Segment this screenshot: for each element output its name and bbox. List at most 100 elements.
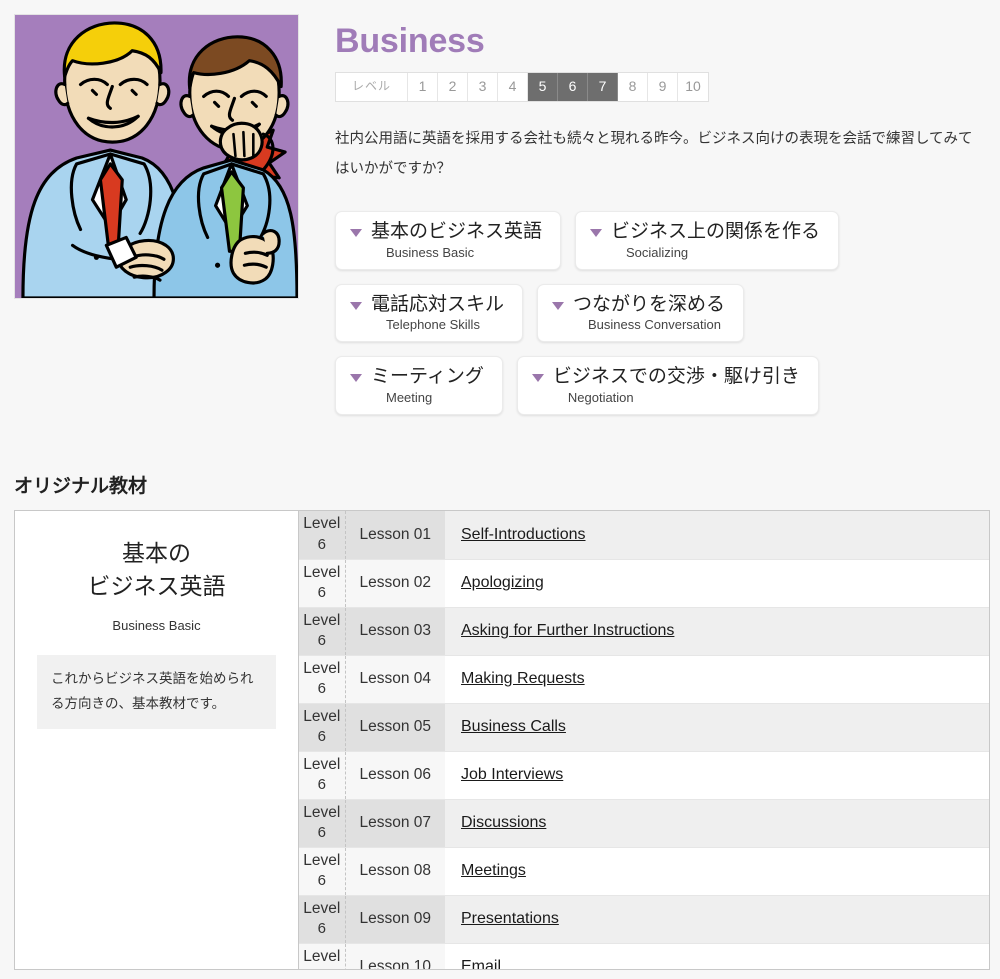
lesson-table-body: Level 6 Lesson 01 Self-Introductions Lev… [299,511,989,970]
category-main-line: ビジネスでの交渉・駆け引き [531,365,800,389]
lesson-level-value: 6 [299,967,345,969]
lesson-title-cell[interactable]: Business Calls [445,703,989,752]
lesson-number: Lesson 10 [345,943,445,970]
level-tab-6[interactable]: 6 [558,73,588,101]
table-row[interactable]: Level 6 Lesson 10 Email [299,943,989,970]
lesson-title-cell[interactable]: Self-Introductions [445,511,989,560]
level-tab-2[interactable]: 2 [438,73,468,101]
category-label-en: Telephone Skills [386,317,480,333]
lesson-level-value: 6 [317,632,326,650]
category-button-negotiation[interactable]: ビジネスでの交渉・駆け引き Negotiation [516,356,819,416]
course-hero-illustration [14,14,299,299]
lesson-level-label: Level [303,803,341,821]
lesson-title-link[interactable]: Asking for Further Instructions [461,622,674,639]
category-main-line: 基本のビジネス英語 [350,220,542,244]
materials-panel: 基本の ビジネス英語 Business Basic これからビジネス英語を始めら… [14,510,990,971]
table-row[interactable]: Level 6 Lesson 07 Discussions [299,799,989,848]
category-label-ja: ミーティング [371,366,484,388]
lesson-level-value: 6 [317,872,326,890]
lesson-level-label: Level [303,899,341,917]
lesson-title-link[interactable]: Self-Introductions [461,526,586,543]
category-row-2: 電話応対スキル Telephone Skills つながりを深める Busine… [335,283,1000,343]
lesson-title-link[interactable]: Business Calls [461,718,566,735]
lesson-title-link[interactable]: Apologizing [461,574,544,591]
lesson-title-cell[interactable]: Presentations [445,895,989,944]
lesson-level: Level 6 [299,703,346,752]
table-row[interactable]: Level 6 Lesson 01 Self-Introductions [299,511,989,560]
category-button-socializing[interactable]: ビジネス上の関係を作る Socializing [575,210,840,270]
chevron-down-icon [350,301,362,310]
lesson-level-label: Level [303,851,341,869]
lesson-level-label: Level [303,611,341,629]
chevron-down-icon [552,301,565,310]
lesson-title-link[interactable]: Presentations [461,910,559,927]
level-tab-8[interactable]: 8 [618,73,648,101]
category-button-telephone-skills[interactable]: 電話応対スキル Telephone Skills [335,283,524,343]
table-row[interactable]: Level 6 Lesson 09 Presentations [299,895,989,944]
category-button-business-conversation[interactable]: つながりを深める Business Conversation [537,283,745,343]
lesson-level-value: 6 [317,824,326,842]
lesson-title-cell[interactable]: Discussions [445,799,989,848]
table-row[interactable]: Level 6 Lesson 06 Job Interviews [299,751,989,800]
category-button-business-basic[interactable]: 基本のビジネス英語 Business Basic [335,210,562,270]
course-info-panel: Business レベル 1 2 3 4 5 6 7 8 9 10 社内公用語に… [299,14,1000,429]
category-label-en: Business Basic [386,244,475,260]
level-tab-10[interactable]: 10 [678,73,708,101]
level-tab-3[interactable]: 3 [468,73,498,101]
level-tab-5[interactable]: 5 [528,73,558,101]
category-main-line: つながりを深める [552,293,725,317]
category-label-en: Negotiation [567,390,634,406]
materials-section-title: オリジナル教材 [14,476,148,498]
category-label-ja: 基本のビジネス英語 [371,220,543,242]
category-label-ja: ビジネスでの交渉・駆け引き [552,366,800,388]
level-tab-1[interactable]: 1 [408,73,438,101]
lesson-level: Level 6 [299,655,346,704]
table-row[interactable]: Level 6 Lesson 04 Making Requests [299,655,989,704]
material-card-note: これからビジネス英語を始められる方向きの、基本教材です。 [37,654,276,729]
level-selector[interactable]: レベル 1 2 3 4 5 6 7 8 9 10 [335,72,709,102]
category-button-group: 基本のビジネス英語 Business Basic ビジネス上の関係を作る Soc… [335,210,1000,416]
lesson-title-link[interactable]: Meetings [461,862,526,879]
category-label-ja: ビジネス上の関係を作る [611,220,821,242]
table-row[interactable]: Level 6 Lesson 02 Apologizing [299,559,989,608]
lesson-level: Level 6 [299,943,346,970]
category-main-line: ビジネス上の関係を作る [590,220,820,244]
lesson-level-label: Level [303,563,341,581]
lesson-title-link[interactable]: Job Interviews [461,766,563,783]
lesson-title-cell[interactable]: Email [445,943,989,970]
lesson-number: Lesson 07 [345,799,445,848]
level-tab-9[interactable]: 9 [648,73,678,101]
lesson-number: Lesson 09 [345,895,445,944]
course-header-section: Business レベル 1 2 3 4 5 6 7 8 9 10 社内公用語に… [0,0,1000,429]
lesson-title-cell[interactable]: Asking for Further Instructions [445,607,989,656]
level-tab-7[interactable]: 7 [588,73,618,101]
material-card-subtitle: Business Basic [112,617,201,633]
lesson-number: Lesson 04 [345,655,445,704]
lesson-title-cell[interactable]: Job Interviews [445,751,989,800]
lesson-title-link[interactable]: Making Requests [461,670,585,687]
lesson-level-value: 6 [317,776,326,794]
material-card-title-line1: 基本の [122,540,191,567]
lesson-level: Level 6 [299,559,346,608]
category-main-line: 電話応対スキル [350,293,504,317]
lesson-number: Lesson 03 [345,607,445,656]
lesson-level-value: 6 [317,920,326,938]
lesson-number: Lesson 02 [345,559,445,608]
lesson-level-label: Level [303,947,341,965]
category-button-meeting[interactable]: ミーティング Meeting [335,356,503,416]
chevron-down-icon [531,374,544,383]
category-label-en: Socializing [626,244,689,260]
lesson-table: Level 6 Lesson 01 Self-Introductions Lev… [299,511,989,970]
lesson-title-link[interactable]: Discussions [461,814,546,831]
level-tab-4[interactable]: 4 [498,73,528,101]
category-label-ja: つながりを深める [573,293,726,315]
lesson-level: Level 6 [299,607,346,656]
lesson-title-link[interactable]: Email [461,958,501,969]
table-row[interactable]: Level 6 Lesson 08 Meetings [299,847,989,896]
table-row[interactable]: Level 6 Lesson 05 Business Calls [299,703,989,752]
lesson-title-cell[interactable]: Making Requests [445,655,989,704]
lesson-title-cell[interactable]: Apologizing [445,559,989,608]
lesson-title-cell[interactable]: Meetings [445,847,989,896]
table-row[interactable]: Level 6 Lesson 03 Asking for Further Ins… [299,607,989,656]
chevron-down-icon [350,228,362,237]
